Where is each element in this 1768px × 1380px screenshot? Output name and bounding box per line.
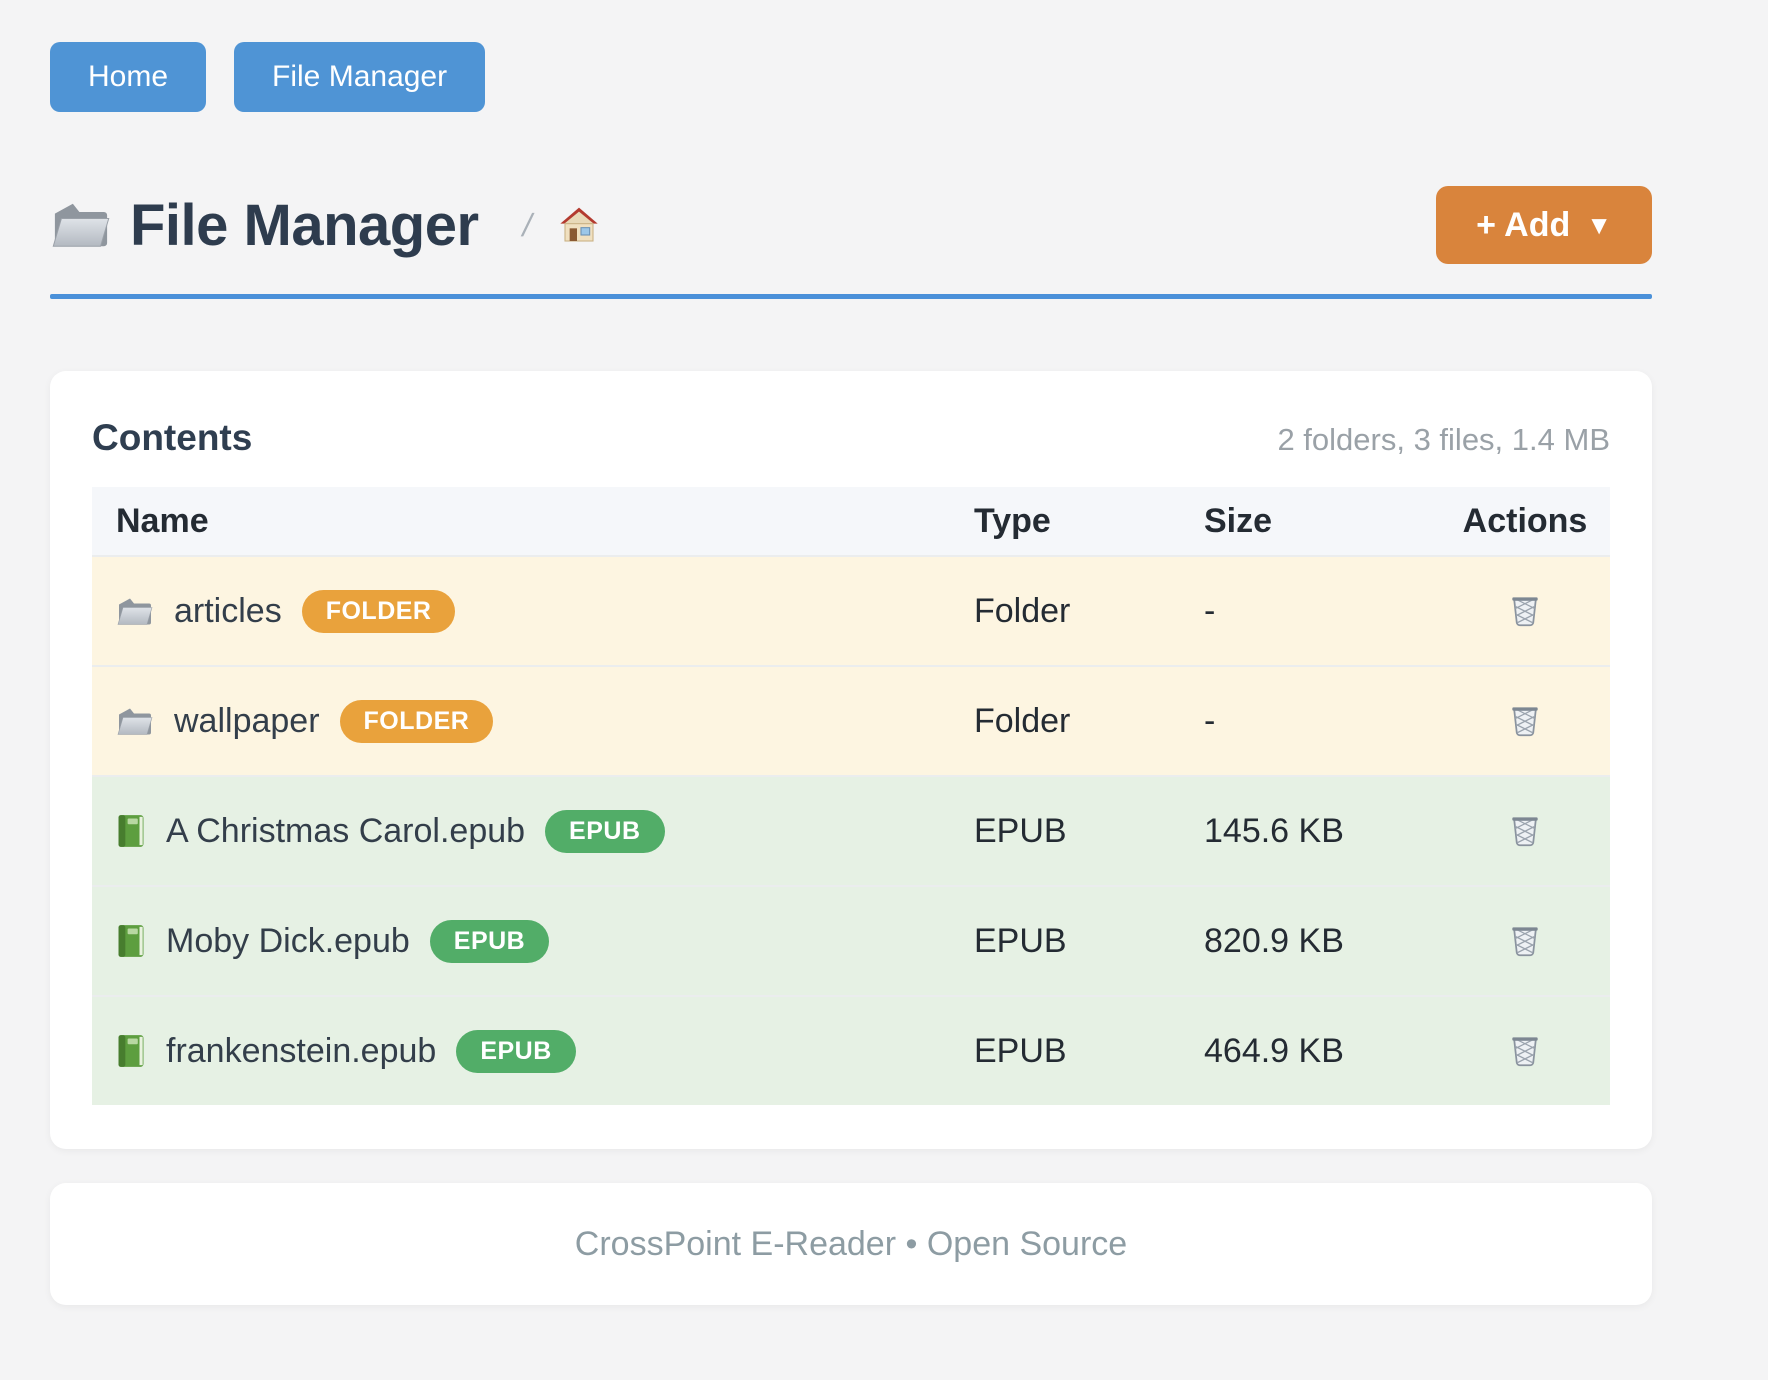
folder-icon: [50, 198, 112, 252]
file-name-cell[interactable]: articles FOLDER: [92, 590, 950, 633]
breadcrumb-separator: /: [519, 207, 536, 244]
file-size: 145.6 KB: [1180, 812, 1440, 851]
file-name: frankenstein.epub: [166, 1032, 436, 1071]
file-type: Folder: [950, 702, 1180, 741]
file-size: 820.9 KB: [1180, 922, 1440, 961]
chevron-down-icon: ▼: [1586, 212, 1612, 238]
table-row[interactable]: A Christmas Carol.epub EPUB EPUB 145.6 K…: [92, 775, 1610, 885]
contents-summary: 2 folders, 3 files, 1.4 MB: [1277, 422, 1610, 458]
table-row[interactable]: wallpaper FOLDER Folder -: [92, 665, 1610, 775]
add-button-label: + Add: [1476, 208, 1570, 242]
column-header-size: Size: [1180, 502, 1440, 541]
delete-button[interactable]: [1500, 915, 1550, 965]
file-name: A Christmas Carol.epub: [166, 812, 525, 851]
file-table: Name Type Size Actions articles FOLDER F…: [92, 487, 1610, 1105]
page-header: File Manager / + Add ▼: [50, 186, 1652, 264]
file-type: EPUB: [950, 922, 1180, 961]
type-badge: FOLDER: [302, 590, 456, 633]
file-type: EPUB: [950, 812, 1180, 851]
file-name: Moby Dick.epub: [166, 922, 410, 961]
footer: CrossPoint E-Reader • Open Source: [50, 1183, 1652, 1305]
file-size: -: [1180, 702, 1440, 741]
trash-icon: [1506, 811, 1544, 849]
file-name: wallpaper: [174, 702, 320, 741]
type-badge: EPUB: [456, 1030, 575, 1073]
delete-button[interactable]: [1500, 1025, 1550, 1075]
file-name-cell[interactable]: Moby Dick.epub EPUB: [92, 920, 950, 963]
book-icon: [116, 814, 146, 848]
folder-icon: [116, 705, 154, 738]
folder-icon: [116, 595, 154, 628]
file-size: 464.9 KB: [1180, 1032, 1440, 1071]
delete-button[interactable]: [1500, 805, 1550, 855]
type-badge: EPUB: [430, 920, 549, 963]
title-divider: [50, 294, 1652, 299]
trash-icon: [1506, 591, 1544, 629]
table-row[interactable]: articles FOLDER Folder -: [92, 555, 1610, 665]
footer-text: CrossPoint E-Reader • Open Source: [575, 1225, 1127, 1264]
file-type: Folder: [950, 592, 1180, 631]
column-header-type: Type: [950, 502, 1180, 541]
nav-file-manager-button[interactable]: File Manager: [234, 42, 485, 112]
home-icon[interactable]: [559, 205, 599, 245]
delete-button[interactable]: [1500, 585, 1550, 635]
book-icon: [116, 924, 146, 958]
page: Home File Manager File Manager / + Add ▼…: [50, 0, 1652, 1305]
file-name: articles: [174, 592, 282, 631]
type-badge: FOLDER: [340, 700, 494, 743]
file-type: EPUB: [950, 1032, 1180, 1071]
file-name-cell[interactable]: wallpaper FOLDER: [92, 700, 950, 743]
file-name-cell[interactable]: frankenstein.epub EPUB: [92, 1030, 950, 1073]
top-nav: Home File Manager: [50, 42, 1652, 112]
table-row[interactable]: Moby Dick.epub EPUB EPUB 820.9 KB: [92, 885, 1610, 995]
delete-button[interactable]: [1500, 695, 1550, 745]
table-row[interactable]: frankenstein.epub EPUB EPUB 464.9 KB: [92, 995, 1610, 1105]
table-header: Name Type Size Actions: [92, 487, 1610, 555]
type-badge: EPUB: [545, 810, 664, 853]
contents-panel: Contents 2 folders, 3 files, 1.4 MB Name…: [50, 371, 1652, 1149]
panel-title: Contents: [92, 417, 252, 459]
book-icon: [116, 1034, 146, 1068]
column-header-name: Name: [92, 502, 950, 541]
trash-icon: [1506, 921, 1544, 959]
nav-home-button[interactable]: Home: [50, 42, 206, 112]
trash-icon: [1506, 1031, 1544, 1069]
file-name-cell[interactable]: A Christmas Carol.epub EPUB: [92, 810, 950, 853]
table-body: articles FOLDER Folder - wallpaper FOLDE…: [92, 555, 1610, 1105]
trash-icon: [1506, 701, 1544, 739]
add-button[interactable]: + Add ▼: [1436, 186, 1652, 264]
file-size: -: [1180, 592, 1440, 631]
page-title: File Manager: [130, 192, 479, 259]
column-header-actions: Actions: [1440, 502, 1610, 541]
